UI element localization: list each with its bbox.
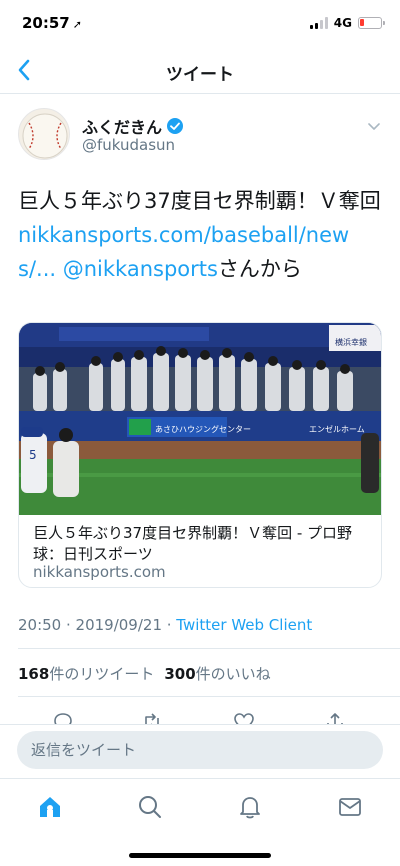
signal-strength-icon [309, 17, 328, 29]
tweet-client-link[interactable]: Twitter Web Client [176, 616, 312, 634]
divider [18, 696, 400, 697]
tweet-text-suffix: さんから [217, 257, 302, 281]
page-title: ツイート [166, 65, 234, 85]
banner-text: 横浜幸銀 [335, 337, 367, 347]
battery-icon [358, 17, 385, 29]
verified-badge-icon [167, 118, 184, 134]
author-handle[interactable]: @fukudasun [82, 136, 175, 154]
mention-link[interactable]: @nikkansports [56, 257, 218, 281]
card-image: 横浜幸銀 あさひハウジングセンター エンゼルホーム 5 [19, 323, 381, 515]
sign-right-text: エンゼルホーム [309, 424, 365, 434]
link-card[interactable]: 横浜幸銀 あさひハウジングセンター エンゼルホーム 5 巨人５年ぶり37度目セ界… [18, 322, 382, 588]
author-name[interactable]: ふくだきん [82, 114, 184, 138]
card-title: 巨人５年ぶり37度目セ界制覇！Ｖ奪回 - プロ野球：日刊スポーツ [33, 524, 353, 563]
network-type: 4G [333, 16, 352, 30]
author-name-text: ふくだきん [82, 118, 163, 137]
home-icon[interactable] [36, 793, 64, 821]
notifications-icon[interactable] [236, 793, 264, 821]
messages-icon[interactable] [336, 793, 364, 821]
baseball-avatar-icon [22, 113, 68, 159]
tweet-stats: 168件のリツイート 300件のいいね [18, 663, 271, 684]
svg-text:5: 5 [29, 448, 37, 462]
sign-left-text: あさひハウジングセンター [155, 424, 251, 434]
status-time: 20:57 ➚ [22, 14, 82, 32]
reply-input[interactable] [17, 731, 383, 769]
likes-stat[interactable]: 300件のいいね [164, 663, 270, 684]
tweet-text-body: 巨人５年ぶり37度目セ界制覇！Ｖ奪回 [18, 189, 381, 213]
location-arrow-icon: ➚ [72, 18, 82, 31]
status-indicators: 4G [309, 16, 385, 30]
retweets-label: 件のリツイート [49, 665, 155, 683]
chevron-down-icon[interactable] [366, 118, 382, 134]
nav-header: ツイート [0, 48, 400, 94]
divider [18, 648, 400, 649]
card-domain: nikkansports.com [33, 563, 166, 581]
home-indicator [129, 853, 271, 858]
avatar[interactable] [18, 108, 70, 160]
retweets-count: 168 [18, 665, 50, 683]
search-icon[interactable] [136, 793, 164, 821]
status-bar: 20:57 ➚ 4G [0, 0, 400, 48]
tweet-meta: 20:50 · 2019/09/21 · Twitter Web Client [18, 616, 312, 634]
likes-count: 300 [164, 665, 196, 683]
likes-label: 件のいいね [195, 665, 271, 683]
retweets-stat[interactable]: 168件のリツイート [18, 663, 154, 684]
tweet-author: ふくだきん @fukudasun [18, 108, 382, 164]
tweet-timestamp: 20:50 · 2019/09/21 · [18, 616, 177, 634]
tweet-text: 巨人５年ぶり37度目セ界制覇！Ｖ奪回 nikkansports.com/base… [18, 184, 382, 286]
